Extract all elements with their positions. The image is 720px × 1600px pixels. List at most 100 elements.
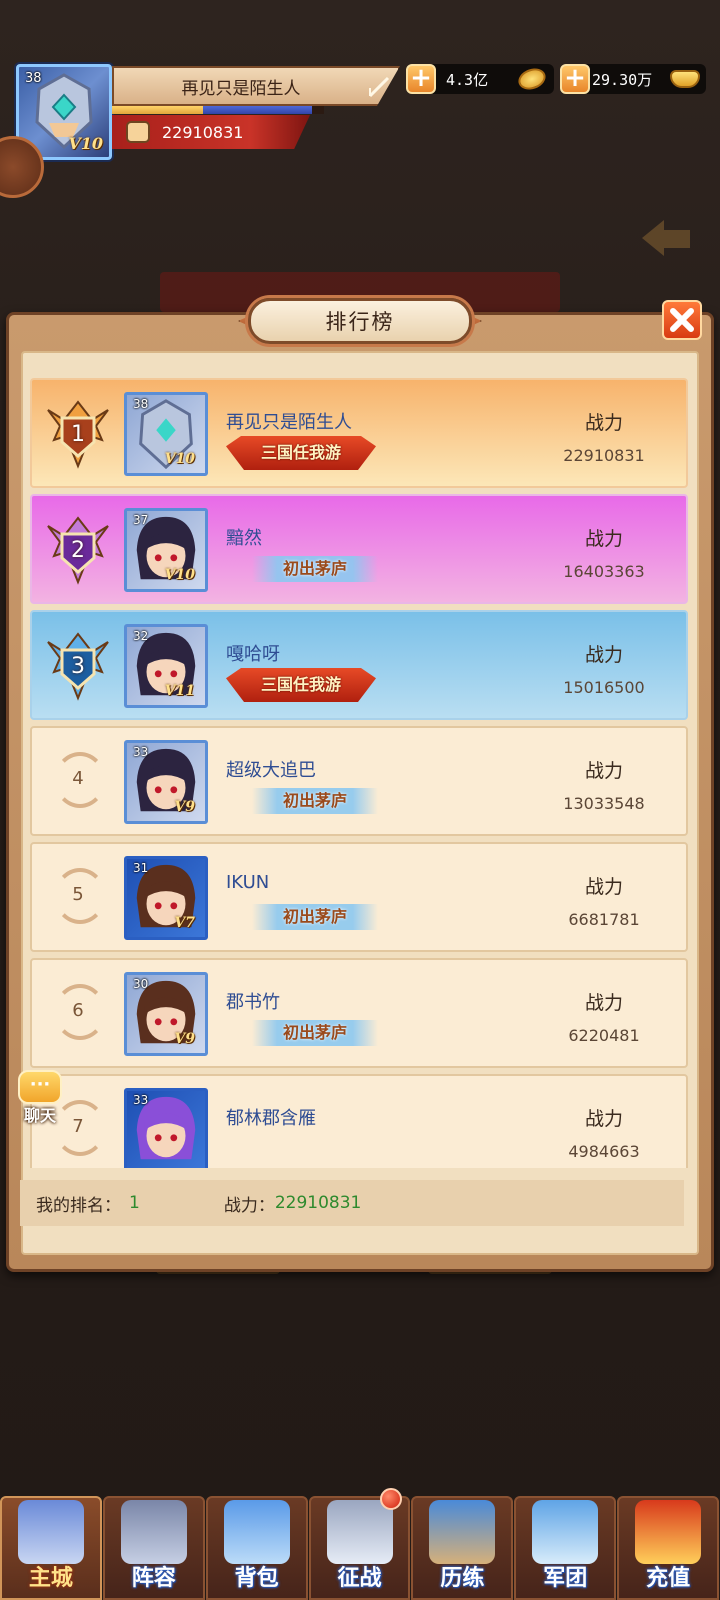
gold-ingot-icon [670, 70, 700, 88]
nav-label: 充值 [646, 1566, 691, 1591]
close-icon [670, 308, 694, 332]
lineup-icon [120, 1500, 187, 1564]
panel-title: 排行榜 [248, 298, 472, 344]
nav-item-recharge[interactable]: 充值 [617, 1496, 720, 1600]
rank-number: 1 [71, 422, 85, 447]
player-vip: V10 [164, 567, 195, 583]
main-city-icon [18, 1500, 84, 1564]
ranking-row[interactable]: 3 32 V11 嘎哈呀三国任我游 战力 15016500 [30, 610, 688, 720]
player-level: 31 [133, 861, 149, 875]
player-level: 33 [133, 745, 149, 759]
rank-number: 2 [71, 538, 85, 563]
player-name: IKUN [226, 872, 270, 893]
chat-label: 聊天 [23, 1106, 56, 1125]
player-avatar[interactable]: 33 V9 [124, 740, 208, 824]
backpack-icon [223, 1500, 290, 1564]
player-power: 22910831 [162, 122, 244, 142]
power-label: 战力 [584, 412, 623, 434]
title-badge: 初出茅庐 [252, 1020, 378, 1046]
rank-medal-icon: 3 [42, 628, 114, 704]
power-value: 13033548 [563, 794, 645, 813]
player-power-plate: 22910831 [112, 115, 310, 149]
nav-item-training[interactable]: 历练 [411, 1496, 514, 1600]
power-label: 战力 [584, 992, 623, 1014]
player-name: 郁林郡含雁 [226, 1108, 316, 1129]
nav-item-backpack[interactable]: 背包 [205, 1496, 308, 1600]
rank-number: 4 [72, 768, 84, 789]
player-name: 再见只是陌生人 [112, 66, 400, 106]
ranking-row[interactable]: 2 37 V10 黯然 初出茅庐 战力 16403363 [30, 494, 688, 604]
ranking-row[interactable]: 1 38 V10 再见只是陌生人 三国任我游 战力 22910831 [30, 378, 688, 488]
bottom-nav: 主城 阵容 背包 征战 历练 军团 充值 [0, 1488, 720, 1600]
back-arrow-icon[interactable] [640, 218, 692, 258]
power-label: 战力 [584, 1108, 623, 1130]
fist-power-icon [126, 121, 150, 143]
player-level: 38 [133, 397, 149, 411]
crossed-swords-icon [326, 1500, 393, 1564]
legion-banner-icon [532, 1500, 599, 1564]
rank-ring-icon: 6 [42, 976, 114, 1052]
power-value: 22910831 [563, 446, 645, 465]
copper-currency: + 4.3亿 [406, 64, 554, 94]
ranking-row[interactable]: 5 31 V7 IKUN 初出茅庐 战力 6681781 [30, 842, 688, 952]
ranking-list[interactable]: 1 38 V10 再见只是陌生人 三国任我游 战力 22910831 2 37 V10 黯然 初出茅庐… [30, 378, 690, 1168]
ingot-amount: 29.30万 [592, 70, 653, 89]
rank-medal-icon: 2 [42, 512, 114, 588]
my-rank-bar: 我的排名： 1 战力： 22910831 [20, 1180, 684, 1226]
my-power-value: 22910831 [274, 1193, 362, 1213]
player-xp-bar [112, 106, 324, 114]
player-name: 黯然 [226, 528, 262, 549]
my-rank-label: 我的排名： [36, 1195, 121, 1216]
nav-item-campaign[interactable]: 征战 [308, 1488, 411, 1600]
add-ingot-button[interactable]: + [560, 64, 590, 94]
add-copper-button[interactable]: + [406, 64, 436, 94]
chat-button[interactable]: ··· 聊天 [16, 1068, 64, 1125]
rank-ring-icon: 5 [42, 860, 114, 936]
player-avatar[interactable]: 37 V10 [124, 508, 208, 592]
close-button[interactable] [662, 300, 702, 340]
player-vip: V10 [68, 134, 103, 153]
nav-label: 阵容 [131, 1566, 176, 1591]
rank-number: 3 [71, 654, 85, 679]
player-level: 32 [133, 629, 149, 643]
player-name: 郡书竹 [226, 992, 280, 1013]
nav-label: 军团 [543, 1566, 588, 1591]
power-value: 4984663 [568, 1142, 640, 1161]
nav-item-lineup[interactable]: 阵容 [102, 1496, 205, 1600]
rank-medal-icon: 1 [42, 396, 114, 472]
rank-ring-icon: 4 [42, 744, 114, 820]
power-label: 战力 [584, 876, 623, 898]
player-level: 33 [133, 1093, 149, 1107]
ranking-row[interactable]: 6 30 V9 郡书竹初出茅庐 战力 6220481 [30, 958, 688, 1068]
ranking-row[interactable]: 4 33 V9 超级大追巴 初出茅庐 战力 13033548 [30, 726, 688, 836]
nav-item-main-city[interactable]: 主城 [0, 1496, 102, 1600]
title-badge: 三国任我游 [226, 668, 376, 702]
ranking-row[interactable]: 7 33 郁林郡含雁 战力 4984663 [30, 1074, 688, 1168]
player-name: 嘎哈呀 [226, 644, 280, 665]
player-avatar[interactable]: 33 [124, 1088, 208, 1168]
power-label: 战力 [584, 760, 623, 782]
player-avatar[interactable]: 30 V9 [124, 972, 208, 1056]
rename-icon[interactable] [364, 72, 394, 102]
power-label: 战力 [584, 644, 623, 666]
player-avatar[interactable]: 32 V11 [124, 624, 208, 708]
title-badge: 三国任我游 [226, 436, 376, 470]
chat-bubble-icon: ··· [18, 1070, 62, 1104]
copper-coin-icon [515, 64, 549, 94]
nav-item-legion[interactable]: 军团 [514, 1496, 617, 1600]
title-badge: 初出茅庐 [252, 788, 378, 814]
title-badge: 初出茅庐 [252, 904, 378, 930]
player-avatar[interactable]: 31 V7 [124, 856, 208, 940]
nav-label: 主城 [28, 1566, 73, 1591]
power-value: 6220481 [568, 1026, 640, 1045]
rank-number: 5 [72, 884, 84, 905]
power-label: 战力 [584, 528, 623, 550]
player-avatar[interactable]: 38 V10 [124, 392, 208, 476]
title-badge: 初出茅庐 [252, 556, 378, 582]
power-value: 15016500 [563, 678, 645, 697]
player-vip: V9 [174, 1031, 195, 1047]
nav-label: 征战 [337, 1566, 382, 1591]
player-vip: V10 [164, 451, 195, 467]
rank-number: 6 [72, 1000, 84, 1021]
nav-label: 背包 [234, 1566, 279, 1591]
